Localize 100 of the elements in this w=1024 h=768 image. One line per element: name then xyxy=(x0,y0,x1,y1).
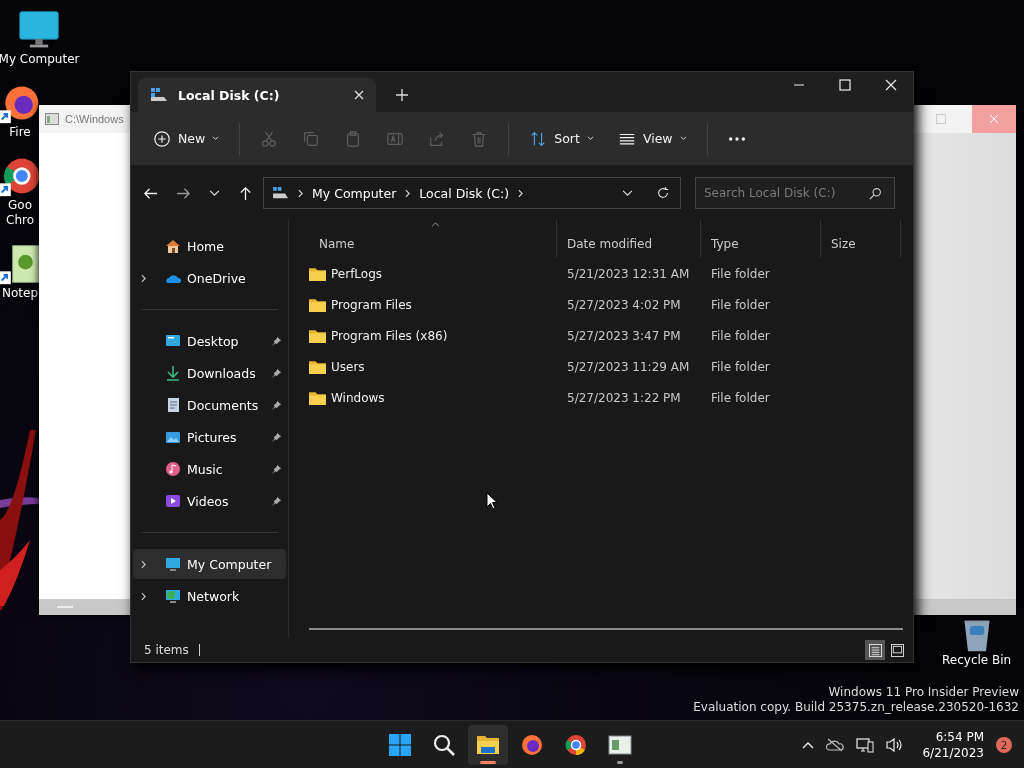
network-icon[interactable] xyxy=(856,737,875,753)
table-cell: File folder xyxy=(711,297,770,312)
notification-badge[interactable]: 2 xyxy=(996,737,1012,753)
table-cell: 5/27/2023 11:29 AM xyxy=(567,359,690,374)
chevron-down-icon xyxy=(679,136,687,141)
notepad-icon xyxy=(608,733,632,757)
breadcrumb-item[interactable]: Local Disk (C:) xyxy=(419,185,510,201)
breadcrumb-item[interactable]: My Computer xyxy=(312,185,397,201)
chevron-right-icon xyxy=(298,188,303,198)
windows-logo-icon xyxy=(388,733,412,757)
chevron-down-icon[interactable] xyxy=(209,189,220,197)
desktop-icon-label: Goo Chro xyxy=(6,198,34,228)
scrollbar[interactable] xyxy=(309,628,903,630)
sidebar-item[interactable]: Pictures xyxy=(133,422,286,452)
desktop-icon-label: Recycle Bin xyxy=(942,653,1012,668)
drive-icon xyxy=(150,88,168,102)
notepad-icon[interactable] xyxy=(0,242,42,286)
film-icon xyxy=(165,493,181,509)
sidebar-item[interactable]: Downloads xyxy=(133,358,286,388)
new-button[interactable]: New xyxy=(143,122,230,155)
sort-button[interactable]: Sort xyxy=(519,122,604,155)
browser-ball-icon xyxy=(564,733,588,757)
table-cell: File folder xyxy=(711,390,770,405)
chevron-right-icon[interactable] xyxy=(141,559,146,569)
system-notice-text: Evaluation copy. Build 25375.zn_release.230520-1632 xyxy=(693,700,1019,715)
monitor-icon xyxy=(165,556,181,572)
plus-circle-icon xyxy=(153,129,171,148)
table-cell: File folder xyxy=(711,328,770,343)
cloud-icon[interactable] xyxy=(826,738,845,752)
tab[interactable]: Local Disk (C:) xyxy=(138,78,376,112)
picture-icon xyxy=(165,429,181,445)
sidebar-item[interactable]: Home xyxy=(133,231,286,261)
document-icon xyxy=(165,397,181,413)
table-cell: 5/27/2023 4:02 PM xyxy=(567,297,681,312)
system-notice-text: Windows 11 Pro Insider Preview xyxy=(827,685,1019,700)
close-icon[interactable] xyxy=(354,90,364,100)
folder-icon xyxy=(309,359,326,374)
clock[interactable]: 6:54 PM 6/21/2023 xyxy=(922,729,984,761)
search-icon[interactable] xyxy=(869,187,882,200)
window-title: C:\Windows xyxy=(65,113,124,125)
table-cell: 5/27/2023 3:47 PM xyxy=(567,328,681,343)
chevron-right-icon[interactable] xyxy=(141,273,146,283)
up-arrow-icon[interactable] xyxy=(238,185,253,201)
speaker-icon[interactable] xyxy=(886,737,905,753)
file-name[interactable]: Program Files xyxy=(331,297,412,312)
chevron-down-icon xyxy=(586,136,594,141)
desktop-icon-label: Notep xyxy=(2,286,38,301)
file-name[interactable]: PerfLogs xyxy=(331,266,383,281)
tile-view-icon xyxy=(890,643,904,657)
chevron-right-icon[interactable] xyxy=(141,591,146,601)
sidebar-item[interactable]: Desktop xyxy=(133,326,286,356)
file-name[interactable]: Windows xyxy=(331,390,385,405)
close-icon[interactable] xyxy=(885,79,897,91)
column-header[interactable]: Name xyxy=(309,220,557,258)
chevron-down-icon xyxy=(212,136,220,141)
item-count: 5 items xyxy=(144,643,189,657)
column-header[interactable]: Size xyxy=(821,220,901,258)
desktop-icon-label: Fire xyxy=(9,125,31,140)
list-view-icon xyxy=(868,643,882,657)
terminal-window-icon xyxy=(45,113,59,125)
fox-globe-icon xyxy=(520,733,544,757)
table-cell: File folder xyxy=(711,359,770,374)
download-arrow-icon xyxy=(165,365,181,381)
sidebar-item[interactable]: Documents xyxy=(133,390,286,420)
desktop-icon-label: My Computer xyxy=(0,52,80,67)
sidebar-item[interactable]: My Computer xyxy=(133,549,286,579)
folder-icon xyxy=(309,390,326,405)
close-icon xyxy=(989,114,999,124)
dash-icon xyxy=(57,606,73,608)
desktop-icon xyxy=(165,333,181,349)
view-button[interactable]: View xyxy=(607,122,697,155)
file-name[interactable]: Users xyxy=(331,359,365,374)
sidebar-item[interactable]: OneDrive xyxy=(133,263,286,293)
table-cell: 5/21/2023 12:31 AM xyxy=(567,266,690,281)
folder-icon xyxy=(309,328,326,343)
network-icon xyxy=(165,588,181,604)
folder-icon xyxy=(309,266,326,281)
file-name[interactable]: Program Files (x86) xyxy=(331,328,448,343)
table-cell: File folder xyxy=(711,266,770,281)
column-header[interactable]: Date modified xyxy=(557,220,701,258)
drive-icon xyxy=(272,186,289,200)
chevron-down-icon[interactable] xyxy=(622,189,633,197)
chevron-right-icon xyxy=(405,188,411,198)
folder-app-button[interactable] xyxy=(468,725,508,765)
mouse-pointer-icon xyxy=(486,492,498,510)
search-icon xyxy=(432,733,456,757)
sidebar-item[interactable]: Network xyxy=(133,581,286,611)
house-icon xyxy=(165,238,181,254)
refresh-icon[interactable] xyxy=(656,186,670,200)
address-bar[interactable]: My Computer Local Disk (C:) xyxy=(263,177,681,209)
details-view-button[interactable] xyxy=(865,640,885,660)
new-tab-icon[interactable] xyxy=(396,89,408,101)
column-header[interactable]: Type xyxy=(701,220,821,258)
folder-icon xyxy=(309,297,326,312)
sidebar-item[interactable]: Videos xyxy=(133,486,286,516)
music-note-icon xyxy=(165,461,181,477)
search-field[interactable]: Search Local Disk (C:) xyxy=(695,177,895,209)
chevron-right-icon xyxy=(518,188,524,198)
chevron-up-icon[interactable] xyxy=(802,741,815,749)
sidebar-item[interactable]: Music xyxy=(133,454,286,484)
